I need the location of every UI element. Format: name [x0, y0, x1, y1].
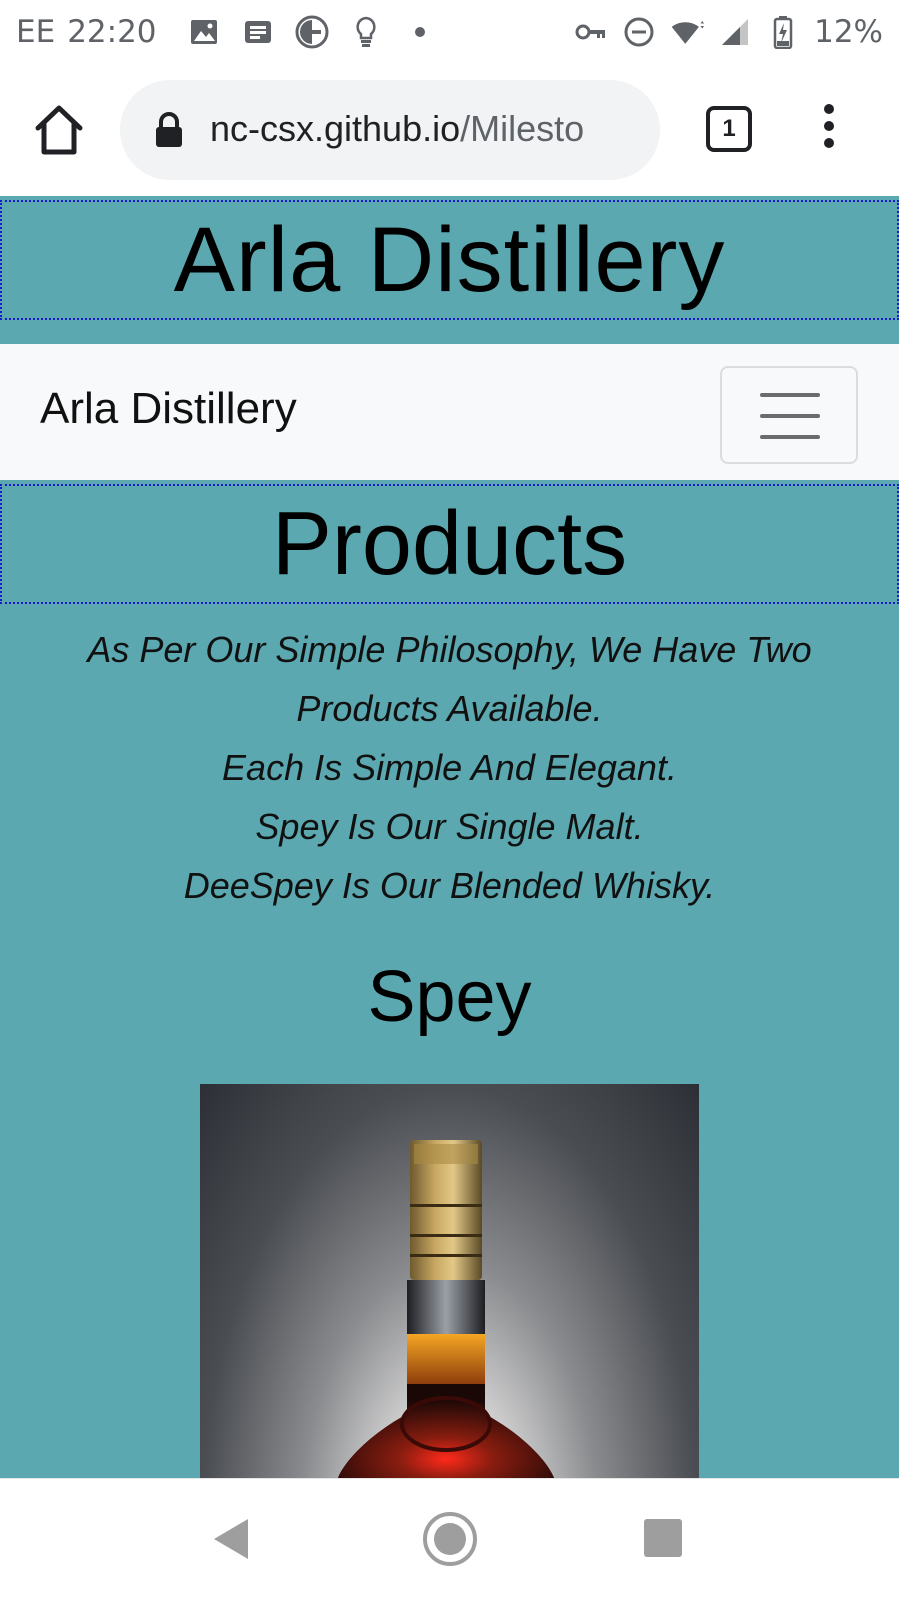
site-header: Arla Distillery — [0, 200, 899, 320]
tab-count: 1 — [722, 115, 736, 142]
battery-percentage: 12% — [814, 14, 883, 50]
browser-menu-button[interactable] — [814, 104, 844, 154]
home-icon — [35, 105, 83, 155]
intro-line: Spey Is Our Single Malt. — [255, 806, 644, 847]
news-icon — [241, 15, 275, 49]
dot-icon — [403, 15, 437, 49]
intro-line: Each Is Simple And Elegant. — [222, 747, 677, 788]
url-host: nc-csx.github.io — [210, 108, 461, 149]
more-dot-icon — [824, 121, 834, 131]
navbar: Arla Distillery — [0, 344, 899, 480]
web-page: Arla Distillery Arla Distillery Products… — [0, 196, 899, 1478]
recents-button[interactable] — [644, 1519, 682, 1557]
url-path: /Milesto — [460, 108, 585, 149]
status-bar: EE 22:20 12% — [0, 0, 899, 64]
wifi-icon — [670, 15, 705, 49]
product-title-spey: Spey — [367, 957, 532, 1037]
clock: 22:20 — [67, 14, 157, 50]
system-nav-bar — [0, 1478, 899, 1599]
hamburger-icon-bar — [760, 414, 820, 418]
spey-bottle-image — [200, 1084, 699, 1478]
home-circle-icon — [423, 1512, 477, 1566]
key-icon — [574, 15, 608, 49]
lightbulb-icon — [349, 15, 383, 49]
site-title: Arla Distillery — [173, 208, 726, 311]
more-dot-icon — [824, 104, 834, 114]
browser-toolbar: nc-csx.github.io/Milesto 1 — [0, 64, 899, 196]
intro-line: As Per Our Simple Philosophy, We Have Tw… — [87, 629, 812, 729]
hamburger-icon-bar — [760, 393, 820, 397]
dnd-icon — [622, 15, 656, 49]
signal-icon — [718, 15, 752, 49]
tab-switcher-button[interactable]: 1 — [706, 106, 752, 152]
battery-icon — [766, 15, 800, 49]
image-icon — [187, 15, 221, 49]
products-heading-box: Products — [0, 484, 899, 604]
url-text: nc-csx.github.io/Milesto — [210, 108, 584, 150]
home-nav-button[interactable] — [422, 1511, 478, 1567]
g-app-icon — [295, 15, 329, 49]
back-button[interactable] — [212, 1517, 252, 1561]
status-left: EE 22:20 — [16, 12, 457, 52]
hamburger-icon-bar — [760, 435, 820, 439]
home-button[interactable] — [34, 104, 84, 156]
lock-icon — [156, 112, 182, 147]
carrier-label: EE — [16, 14, 56, 50]
navbar-toggler-button[interactable] — [720, 366, 858, 464]
products-intro: As Per Our Simple Philosophy, We Have Tw… — [40, 620, 859, 915]
whisky-bottle-icon — [337, 1140, 555, 1478]
more-dot-icon — [824, 138, 834, 148]
navbar-brand-link[interactable]: Arla Distillery — [40, 384, 297, 434]
back-triangle-icon — [214, 1519, 248, 1559]
address-bar[interactable]: nc-csx.github.io/Milesto — [120, 80, 660, 180]
status-right: 12% — [574, 12, 883, 52]
products-heading: Products — [271, 493, 628, 594]
intro-line: DeeSpey Is Our Blended Whisky. — [183, 865, 716, 906]
